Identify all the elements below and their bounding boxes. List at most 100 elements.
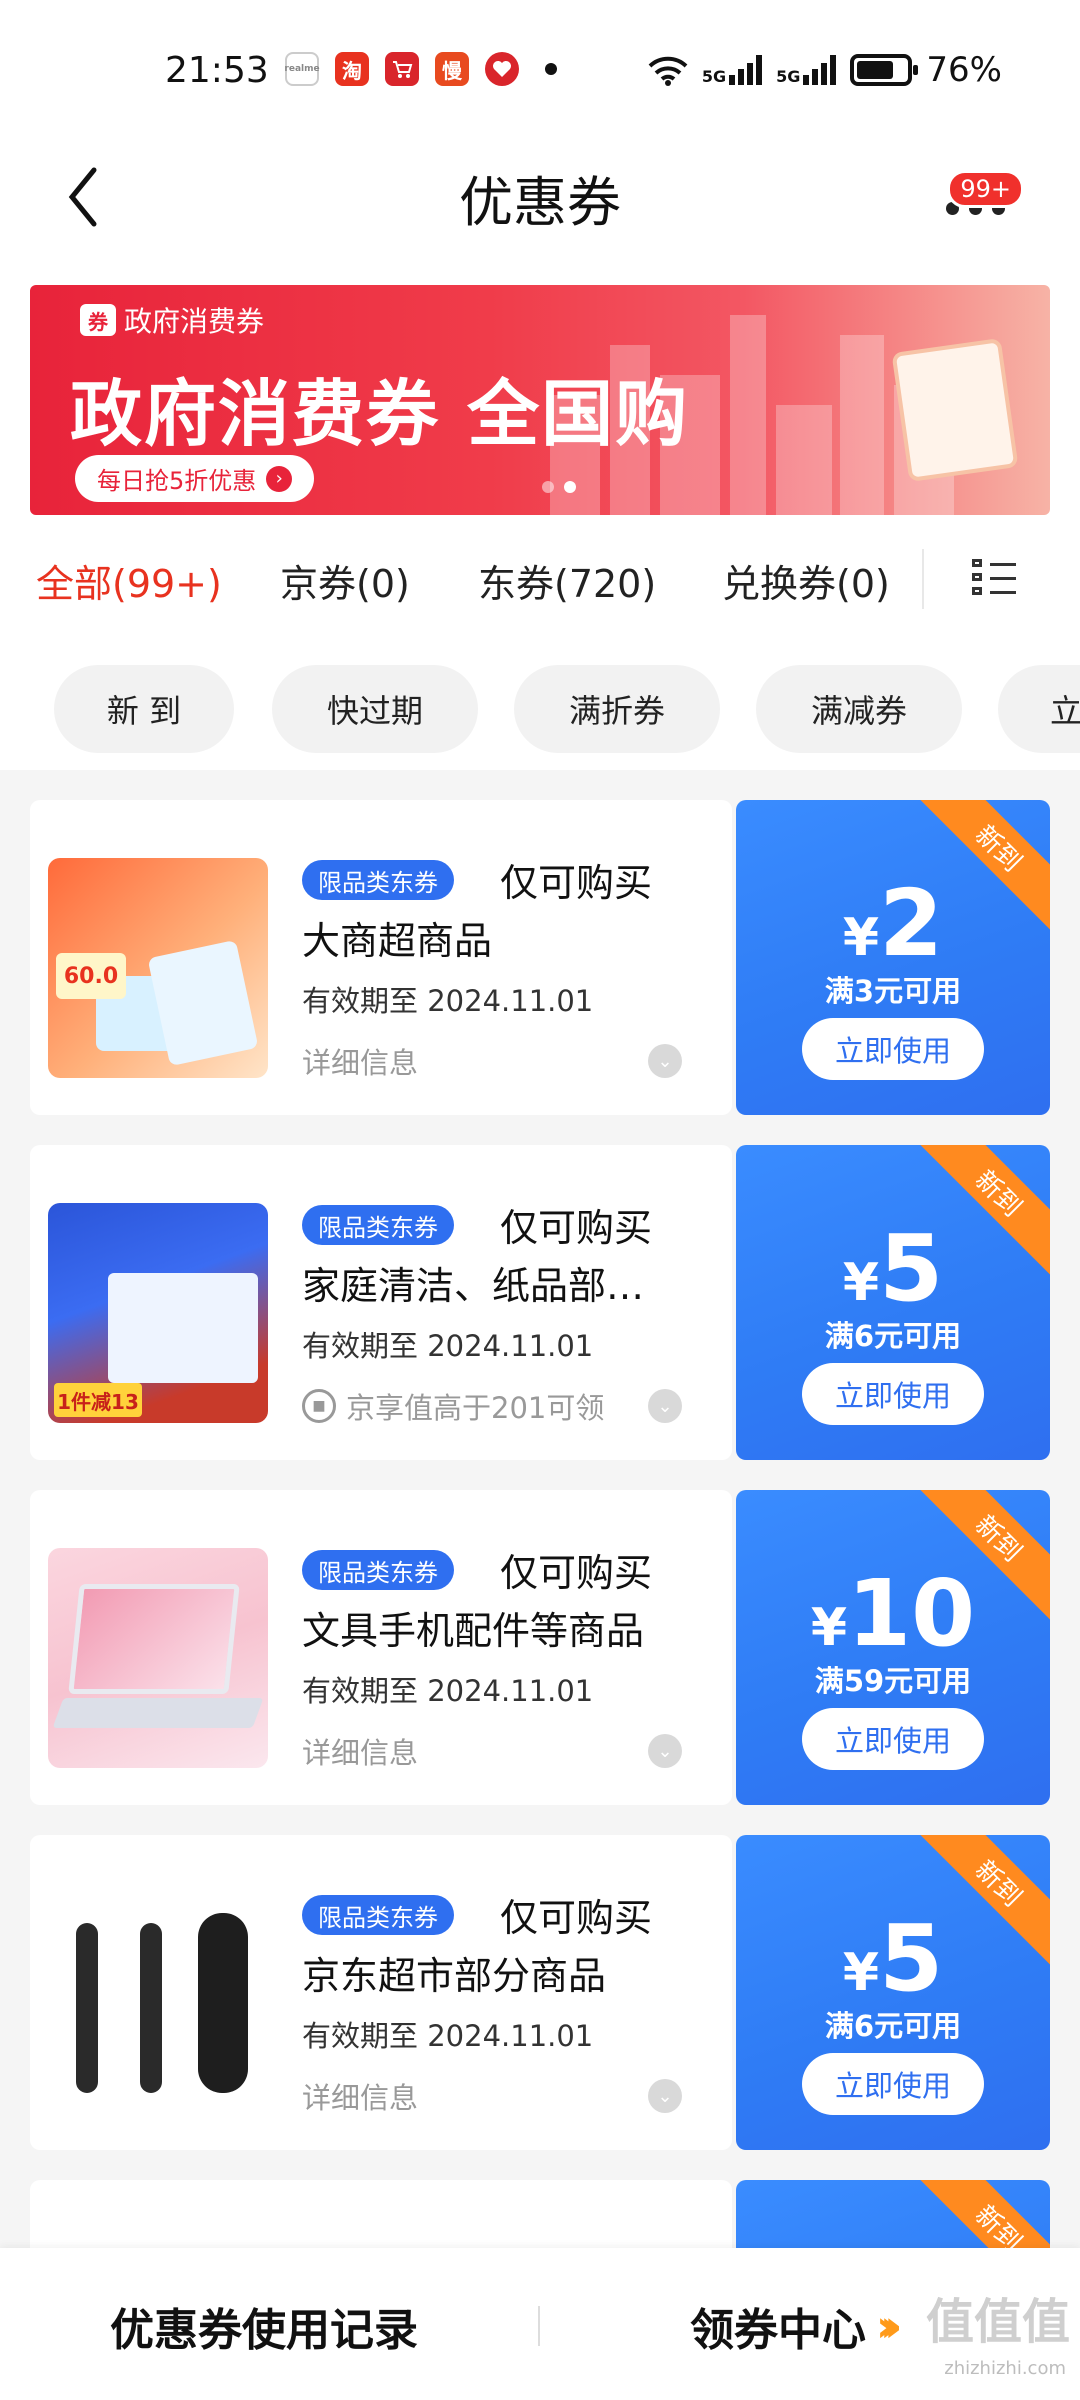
signal-2: 5G <box>776 55 837 85</box>
coupon-amount: ¥5 <box>842 1905 944 2012</box>
coupon-amount: ¥10 <box>810 1560 976 1667</box>
banner-pagination <box>542 481 576 493</box>
status-bar: 21:53 realme 淘 慢 5G 5G 76% <box>0 0 1080 130</box>
calendar-illustration <box>891 337 1019 483</box>
coupon-condition: 满6元可用 <box>824 2009 962 2043</box>
tab-all[interactable]: 全部(99+) <box>36 553 222 608</box>
jingxiang-icon: ■ <box>302 1389 336 1423</box>
coupon-page: 21:53 realme 淘 慢 5G 5G 76% 优惠券 99+ 券 政府消… <box>0 0 1080 2400</box>
notification-icons: realme 淘 慢 <box>284 52 557 86</box>
banner-tag: 券 政府消费券 <box>80 300 264 340</box>
chevron-down-icon[interactable]: ⌄ <box>648 1044 682 1078</box>
coupon-card[interactable]: 限品类东券 仅可购买 京东超市部分商品 有效期至 2024.11.01 详细信息… <box>30 1835 1050 2150</box>
use-now-button[interactable]: 立即使用 <box>802 2053 984 2115</box>
battery-text: 76% <box>926 50 1002 90</box>
cart-icon <box>385 52 419 86</box>
more-notifications-dot <box>545 63 557 75</box>
coupon-scope: 大商超商品 <box>302 919 493 963</box>
list-view-icon[interactable] <box>972 559 1016 599</box>
status-right: 5G 5G 76% <box>648 50 1002 90</box>
coupon-condition: 满3元可用 <box>824 974 962 1008</box>
heart-icon <box>485 52 519 86</box>
coupon-tag-icon: 券 <box>80 304 116 336</box>
coupon-center-link[interactable]: 领券中心 ››› <box>690 2294 903 2358</box>
coupon-amount: ¥2 <box>842 870 944 977</box>
filter-chips: 新 到 快过期 满折券 满减券 立 <box>0 635 1080 770</box>
chip-more[interactable]: 立 <box>998 665 1080 753</box>
coupon-title: 仅可购买 <box>500 1896 653 1940</box>
coupon-scope: 京东超市部分商品 <box>302 1954 607 1998</box>
tab-dongquan[interactable]: 东券(720) <box>478 553 656 608</box>
realme-icon: realme <box>284 52 320 86</box>
coupon-card[interactable]: 60.0 限品类东券 仅可购买 大商超商品 有效期至 2024.11.01 详细… <box>30 800 1050 1115</box>
watermark-logo: 值值值 <box>925 2294 1070 2350</box>
message-badge: 99+ <box>947 170 1024 208</box>
coupon-title: 仅可购买 <box>500 861 653 905</box>
coupon-amount: ¥5 <box>842 1215 944 1322</box>
coupon-value-panel: 新到 ¥5 满6元可用 立即使用 <box>736 1835 1050 2150</box>
more-menu-button[interactable]: 99+ <box>938 170 1024 230</box>
coupon-info: 60.0 限品类东券 仅可购买 大商超商品 有效期至 2024.11.01 详细… <box>30 800 732 1115</box>
tab-exchange[interactable]: 兑换券(0) <box>722 553 890 608</box>
status-time: 21:53 <box>165 50 269 91</box>
coupon-value-panel: 新到 ¥5 满6元可用 立即使用 <box>736 1145 1050 1460</box>
bottom-bar: 优惠券使用记录 领券中心 ››› 值值值 zhizhizhi.com <box>0 2248 1080 2400</box>
tab-jingquan[interactable]: 京券(0) <box>280 553 410 608</box>
coupon-tag: 限品类东券 <box>302 1205 454 1245</box>
signal-bars-icon <box>803 55 837 85</box>
promo-banner[interactable]: 券 政府消费券 政府消费券 全国购 每日抢5折优惠 › <box>30 285 1050 515</box>
coupon-condition: 满59元可用 <box>814 1664 972 1698</box>
signal-1: 5G <box>702 55 763 85</box>
arrow-right-icon: › <box>266 465 293 492</box>
use-now-button[interactable]: 立即使用 <box>802 1363 984 1425</box>
coupon-validity: 有效期至 2024.11.01 <box>302 2019 594 2053</box>
coupon-card[interactable]: 1件减13 限品类东券 仅可购买 家庭清洁、纸品部… 有效期至 2024.11.… <box>30 1145 1050 1460</box>
coupon-validity: 有效期至 2024.11.01 <box>302 1329 594 1363</box>
manman-icon: 慢 <box>435 52 469 86</box>
coupon-tag: 限品类东券 <box>302 860 454 900</box>
banner-headline: 政府消费券 全国购 <box>70 372 690 456</box>
chevron-down-icon[interactable]: ⌄ <box>648 2079 682 2113</box>
coupon-validity: 有效期至 2024.11.01 <box>302 1674 594 1708</box>
signal-bars-icon <box>729 55 763 85</box>
coupon-condition: 满6元可用 <box>824 1319 962 1353</box>
coupon-card[interactable]: 限品类东券 仅可购买 文具手机配件等商品 有效期至 2024.11.01 详细信… <box>30 1490 1050 1805</box>
coupon-validity: 有效期至 2024.11.01 <box>302 984 594 1018</box>
coupon-tag: 限品类东券 <box>302 1550 454 1590</box>
product-thumbnail: 60.0 <box>48 858 268 1078</box>
product-thumbnail <box>48 1893 268 2113</box>
coupon-scope: 文具手机配件等商品 <box>302 1609 645 1653</box>
battery-icon <box>850 54 919 86</box>
coupon-detail-link[interactable]: 详细信息 <box>302 2075 418 2117</box>
chip-expiring[interactable]: 快过期 <box>272 665 478 753</box>
coupon-title: 仅可购买 <box>500 1551 653 1595</box>
chip-discount[interactable]: 满折券 <box>514 665 720 753</box>
taobao-icon: 淘 <box>335 52 369 86</box>
use-now-button[interactable]: 立即使用 <box>802 1708 984 1770</box>
coupon-info: 1件减13 限品类东券 仅可购买 家庭清洁、纸品部… 有效期至 2024.11.… <box>30 1145 732 1460</box>
coupon-requirement[interactable]: ■ 京享值高于201可领 <box>302 1385 604 1427</box>
coupon-detail-link[interactable]: 详细信息 <box>302 1730 418 1772</box>
coupon-tag: 限品类东券 <box>302 1895 454 1935</box>
nav-header: 优惠券 99+ <box>0 130 1080 270</box>
coupon-title: 仅可购买 <box>500 1206 653 1250</box>
bottom-divider <box>538 2306 540 2346</box>
chip-new[interactable]: 新 到 <box>54 665 234 753</box>
banner-cta-button[interactable]: 每日抢5折优惠 › <box>75 455 315 502</box>
product-thumbnail: 1件减13 <box>48 1203 268 1423</box>
watermark-url: zhizhizhi.com <box>944 2358 1066 2379</box>
chip-reduction[interactable]: 满减券 <box>756 665 962 753</box>
coupon-scope: 家庭清洁、纸品部… <box>302 1264 645 1308</box>
triple-chevron-icon: ››› <box>876 2300 903 2352</box>
use-now-button[interactable]: 立即使用 <box>802 1018 984 1080</box>
coupon-history-link[interactable]: 优惠券使用记录 <box>110 2294 418 2358</box>
page-title: 优惠券 <box>459 171 621 234</box>
coupon-detail-link[interactable]: 详细信息 <box>302 1040 418 1082</box>
chevron-down-icon[interactable]: ⌄ <box>648 1389 682 1423</box>
chevron-down-icon[interactable]: ⌄ <box>648 1734 682 1768</box>
coupon-value-panel: 新到 ¥10 满59元可用 立即使用 <box>736 1490 1050 1805</box>
coupon-value-panel: 新到 ¥2 满3元可用 立即使用 <box>736 800 1050 1115</box>
product-thumbnail <box>48 1548 268 1768</box>
tab-divider <box>922 549 924 609</box>
banner-section: 券 政府消费券 政府消费券 全国购 每日抢5折优惠 › <box>0 270 1080 525</box>
